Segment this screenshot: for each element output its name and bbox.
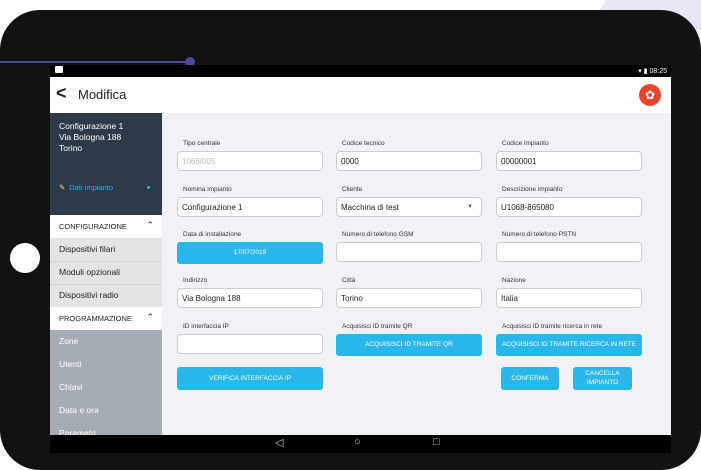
chevron-up-icon: ⌃ — [146, 220, 154, 230]
tipo-centrale-label: Tipo centrale — [183, 140, 221, 147]
nomina-impianto-field[interactable]: Configurazione 1 — [177, 197, 323, 217]
sidebar-item-parametri[interactable]: Parametri — [50, 422, 162, 438]
cancella-impianto-button[interactable]: CANCELLA IMPIANTO — [573, 367, 632, 390]
data-installazione-button[interactable]: 17/07/2019 — [177, 242, 323, 264]
tipo-centrale-field[interactable]: 1068/005 — [177, 151, 323, 171]
chevron-up-icon: ⌃ — [146, 312, 154, 322]
sidebar-item-label: Dati impianto — [69, 183, 114, 192]
telefono-gsm-label: Numero di telefono GSM — [342, 231, 414, 238]
codice-impianto-field[interactable]: 00000001 — [496, 151, 642, 171]
nazione-label: Nazione — [502, 277, 526, 284]
citta-field[interactable]: Torino — [336, 288, 482, 308]
battery-icon: ▮ — [643, 68, 648, 75]
section-title: CONFIGURAZIONE — [59, 222, 127, 231]
back-arrow-icon[interactable]: < — [56, 83, 67, 104]
cancella-line: CANCELLA — [585, 370, 620, 377]
indirizzo-label: Indirizzo — [183, 277, 208, 284]
nav-back-icon[interactable]: ◁ — [275, 436, 283, 449]
section-configurazione[interactable]: CONFIGURAZIONE ⌃ — [50, 215, 162, 238]
cliente-label: Cliente — [342, 186, 363, 193]
sidebar-item-dispositivi-filari[interactable]: Dispositivi filari — [50, 238, 162, 262]
active-indicator — [147, 186, 150, 189]
acquisisci-rete-label: Acquisisci ID tramite ricerca in rete — [502, 323, 603, 330]
status-bar: ▾ ▮ 08:25 — [50, 65, 671, 77]
brand-logo-icon: ✿ — [639, 84, 661, 106]
installation-summary: Configurazione 1 Via Bologna 188 Torino … — [50, 113, 162, 215]
app-screen: ▾ ▮ 08:25 < Modifica ✿ Configurazione 1 … — [50, 65, 671, 453]
section-programmazione[interactable]: PROGRAMMAZIONE ⌃ — [50, 307, 162, 330]
installation-address: Via Bologna 188 — [59, 132, 122, 142]
sidebar-item-utenti[interactable]: Utenti — [50, 353, 162, 377]
descrizione-field[interactable]: U1068-865080 — [496, 197, 642, 217]
nav-recents-icon[interactable]: □ — [433, 436, 440, 448]
codice-tecnico-label: Codice tecnico — [342, 140, 385, 147]
id-interfaccia-label: ID interfaccia IP — [183, 323, 229, 330]
cliente-value: Macchina di test — [341, 203, 399, 212]
codice-impianto-label: Codice impianto — [502, 140, 549, 147]
dropdown-arrow-icon: ▼ — [467, 204, 473, 210]
pencil-icon: ✎ — [59, 183, 66, 192]
conferma-button[interactable]: CONFERMA — [501, 367, 559, 390]
notification-icon — [55, 66, 63, 73]
pointer-line — [0, 61, 190, 63]
indirizzo-field[interactable]: Via Bologna 188 — [177, 288, 323, 308]
descrizione-label: Descrizione impianto — [502, 186, 563, 193]
id-interfaccia-field[interactable] — [177, 334, 323, 354]
status-time: 08:25 — [649, 68, 667, 75]
section-title: PROGRAMMAZIONE — [59, 314, 132, 323]
cliente-select[interactable]: Macchina di test ▼ — [336, 197, 482, 217]
sidebar-item-zone[interactable]: Zone — [50, 330, 162, 354]
sidebar-item-data-e-ora[interactable]: Data e ora — [50, 399, 162, 423]
navigation-bar: ◁ ○ □ — [50, 435, 671, 453]
telefono-pstn-label: Numero di telefono PSTN — [502, 231, 577, 238]
wifi-icon: ▾ — [638, 68, 642, 75]
telefono-gsm-field[interactable] — [336, 242, 482, 262]
installation-city: Torino — [59, 143, 83, 153]
acquisisci-qr-label: Acquisisci ID tramite QR — [342, 323, 413, 330]
tablet-camera — [10, 243, 40, 273]
citta-label: Città — [342, 277, 356, 284]
form-content: Tipo centrale 1068/005 Codice tecnico 00… — [162, 113, 671, 435]
sidebar-item-moduli-opzionali[interactable]: Moduli opzionali — [50, 261, 162, 285]
acquisisci-qr-button[interactable]: ACQUISISCI ID TRAMITE QR — [336, 334, 482, 356]
app-bar: < Modifica ✿ — [50, 77, 671, 114]
telefono-pstn-field[interactable] — [496, 242, 642, 262]
nazione-field[interactable]: Italia — [496, 288, 642, 308]
data-installazione-label: Data di installazione — [183, 231, 242, 238]
page-title: Modifica — [78, 87, 127, 102]
sidebar: Configurazione 1 Via Bologna 188 Torino … — [50, 113, 162, 438]
acquisisci-rete-button[interactable]: ACQUISISCI ID TRAMITE RICERCA IN RETE — [496, 334, 642, 356]
sidebar-item-chiavi[interactable]: Chiavi — [50, 376, 162, 400]
verifica-interfaccia-button[interactable]: VERIFICA INTERFACCIA IP — [177, 367, 323, 390]
nav-home-icon[interactable]: ○ — [354, 436, 361, 448]
sidebar-item-dati-impianto[interactable]: ✎ Dati impianto — [59, 183, 113, 192]
installation-name: Configurazione 1 — [59, 121, 124, 131]
impianto-line: IMPIANTO — [586, 379, 619, 386]
codice-tecnico-field[interactable]: 0000 — [336, 151, 482, 171]
nomina-impianto-label: Nomina impianto — [183, 186, 232, 193]
sidebar-item-dispositivi-radio[interactable]: Dispositivi radio — [50, 284, 162, 308]
